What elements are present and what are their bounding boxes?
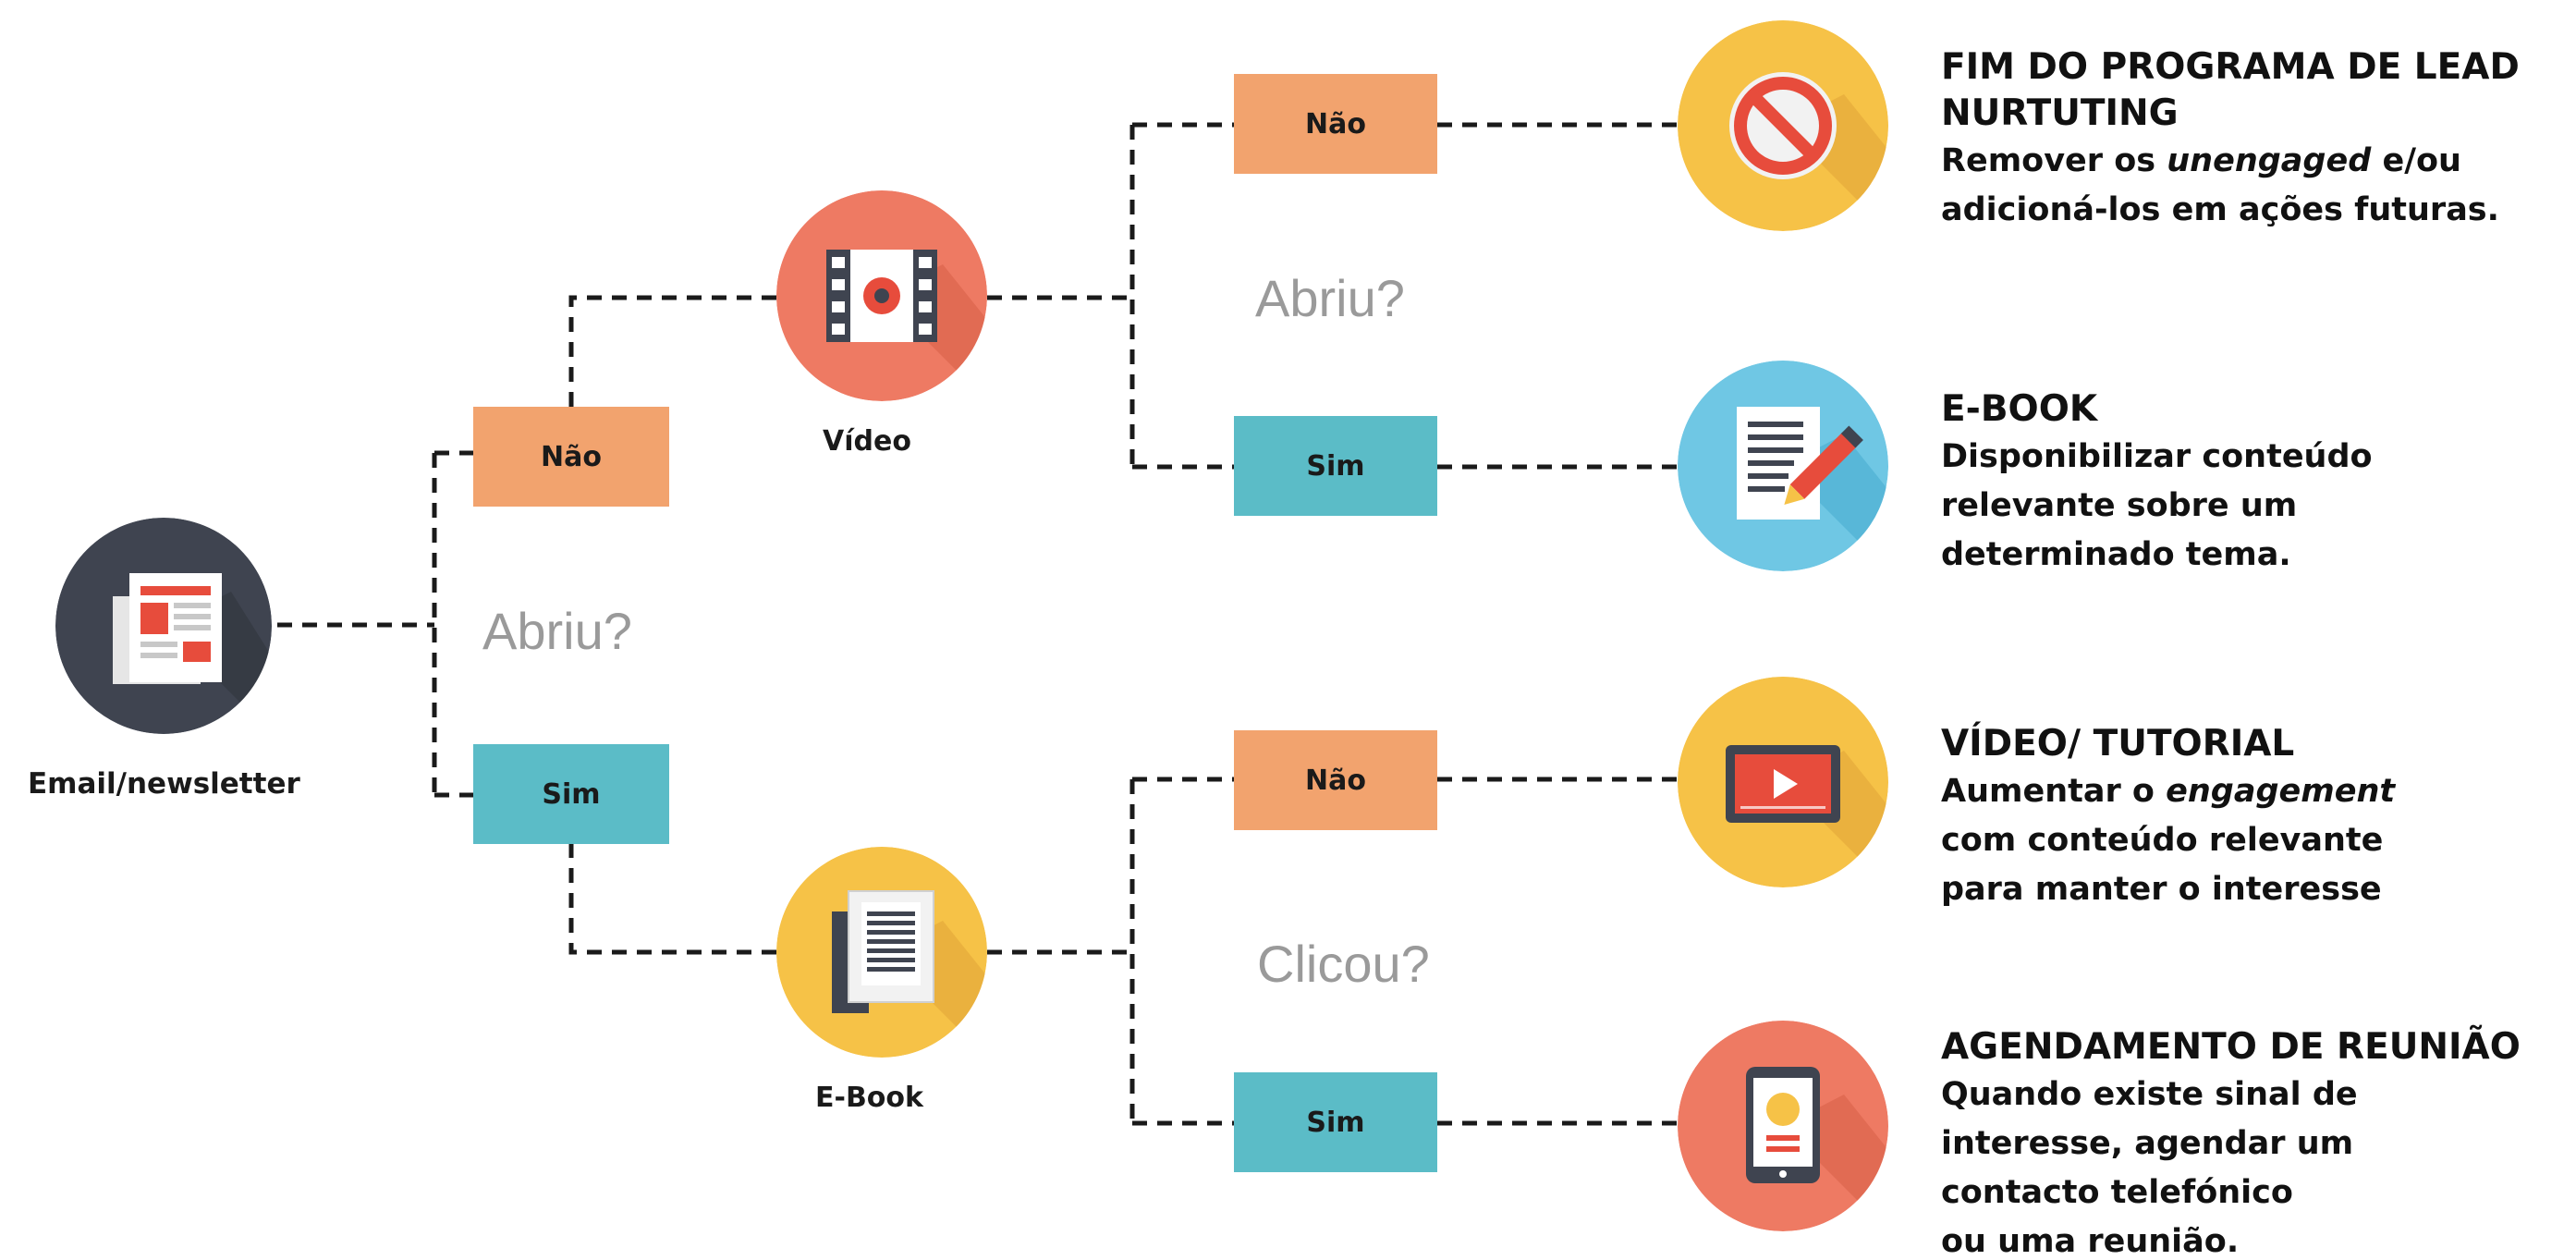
branch-no-label: Não <box>541 440 602 473</box>
branch-yes-video-label: Sim <box>1306 449 1365 483</box>
branch-yes-ebook: Sim <box>1234 1072 1437 1172</box>
video-player-icon <box>1678 677 1888 887</box>
film-strip-icon <box>776 190 987 401</box>
question-opened-2: Abriu? <box>1255 269 1405 327</box>
outcome-end-circle <box>1678 20 1888 231</box>
document-pencil-icon <box>1678 361 1888 571</box>
outcome-meeting-circle <box>1678 1021 1888 1231</box>
outcome-meeting-title: AGENDAMENTO DE REUNIÃO <box>1941 1026 2521 1068</box>
start-label: Email/newsletter <box>28 767 300 801</box>
tablet-icon <box>1678 1021 1888 1231</box>
branch-yes-video: Sim <box>1234 416 1437 516</box>
video-circle <box>776 190 987 401</box>
outcome-video: VÍDEO/ TUTORIAL Aumentar o engagement co… <box>1941 721 2570 914</box>
outcome-ebook-title: E-BOOK <box>1941 388 2098 430</box>
prohibited-icon <box>1678 20 1888 231</box>
question-opened-1: Abriu? <box>482 602 632 660</box>
branch-no-ebook-label: Não <box>1305 764 1366 797</box>
branch-no-level1: Não <box>473 407 669 507</box>
book-icon <box>776 847 987 1058</box>
video-label: Vídeo <box>823 425 911 458</box>
ebook-label: E-Book <box>815 1082 923 1114</box>
outcome-ebook-circle <box>1678 361 1888 571</box>
outcome-video-title: VÍDEO/ TUTORIAL <box>1941 723 2295 765</box>
ebook-circle <box>776 847 987 1058</box>
branch-no-video-label: Não <box>1305 107 1366 141</box>
email-newsletter-circle <box>55 518 272 734</box>
outcome-ebook-desc: Disponibilizar conteúdo relevante sobre … <box>1941 438 2373 573</box>
outcome-meeting: AGENDAMENTO DE REUNIÃO Quando existe sin… <box>1941 1024 2570 1260</box>
newspaper-icon <box>55 518 272 734</box>
outcome-end-title: FIM DO PROGRAMA DE LEAD NURTUTING <box>1941 46 2520 134</box>
question-clicked: Clicou? <box>1257 935 1430 993</box>
outcome-video-circle <box>1678 677 1888 887</box>
outcome-video-desc: Aumentar o engagement com conteúdo relev… <box>1941 773 2396 908</box>
branch-no-video: Não <box>1234 74 1437 174</box>
branch-yes-ebook-label: Sim <box>1306 1106 1365 1139</box>
outcome-end-desc: Remover os unengaged e/ou adicioná-los e… <box>1941 142 2499 228</box>
branch-yes-label: Sim <box>542 777 601 811</box>
outcome-end: FIM DO PROGRAMA DE LEAD NURTUTING Remove… <box>1941 44 2570 235</box>
outcome-ebook: E-BOOK Disponibilizar conteúdo relevante… <box>1941 386 2570 580</box>
branch-no-ebook: Não <box>1234 730 1437 830</box>
lead-nurturing-diagram: Email/newsletter Não Abriu? Sim Vídeo E-… <box>0 0 2576 1260</box>
outcome-meeting-desc: Quando existe sinal de interesse, agenda… <box>1941 1076 2358 1260</box>
branch-yes-level1: Sim <box>473 744 669 844</box>
